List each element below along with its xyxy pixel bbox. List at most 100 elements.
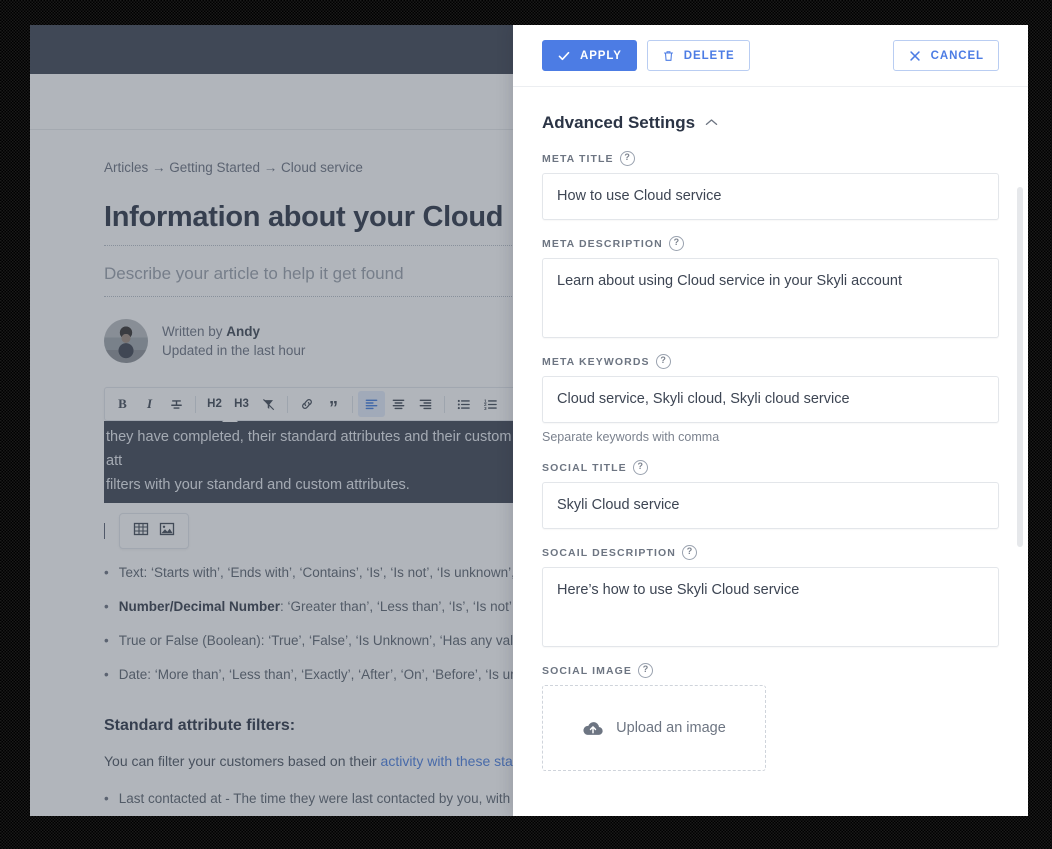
italic-button[interactable]: I: [136, 391, 163, 417]
field-label-text: META DESCRIPTION: [542, 237, 663, 250]
help-icon[interactable]: ?: [681, 545, 697, 560]
numbered-list-button[interactable]: 1 2 3: [477, 391, 504, 417]
align-center-icon: [392, 399, 405, 409]
apply-button-label: APPLY: [580, 49, 622, 62]
toolbar-divider: [287, 395, 288, 413]
cancel-button[interactable]: CANCEL: [892, 40, 999, 71]
help-icon[interactable]: ?: [632, 460, 648, 475]
quote-button[interactable]: ”: [320, 387, 347, 421]
social-description-input[interactable]: Here’s how to use Skyli Cloud service: [542, 567, 999, 647]
link-button[interactable]: [293, 391, 320, 417]
image-icon: [159, 522, 175, 535]
field-label: META TITLE ?: [542, 151, 999, 166]
toolbar-divider: [352, 395, 353, 413]
panel-scrollbar-track[interactable]: [1017, 87, 1023, 816]
social-image-dropzone[interactable]: Upload an image: [542, 685, 766, 771]
advanced-settings-panel: APPLY DELETE CANCEL Advanced Settings ME…: [513, 25, 1028, 816]
svg-text:3: 3: [484, 406, 487, 411]
field-label: META DESCRIPTION ?: [542, 236, 999, 251]
app-stage: PREVIEW SETTINGS Articles → Getting Sta: [30, 25, 1028, 816]
delete-button[interactable]: DELETE: [646, 40, 750, 71]
apply-button[interactable]: APPLY: [542, 40, 637, 71]
advanced-settings-header[interactable]: Advanced Settings: [542, 87, 999, 151]
bullet-marker: •: [104, 633, 109, 648]
field-label-text: META TITLE: [542, 152, 614, 165]
field-label: SOCIAL IMAGE ?: [542, 663, 999, 678]
bullet-marker: •: [104, 667, 109, 682]
bullet-marker: •: [104, 599, 109, 614]
help-icon[interactable]: ?: [668, 236, 684, 251]
clear-formatting-button[interactable]: [255, 391, 282, 417]
align-left-button[interactable]: [358, 391, 385, 417]
field-label: META KEYWORDS ?: [542, 354, 999, 369]
list-item-text: Number/Decimal Number: ‘Greater than’, ‘…: [119, 597, 512, 617]
insert-table-button[interactable]: [132, 520, 150, 543]
list-item-text: Text: ‘Starts with’, ‘Ends with’, ‘Conta…: [118, 565, 522, 580]
list-item-rest: : ‘Greater than’, ‘Less than’, ‘Is’, ‘Is…: [280, 599, 512, 614]
chevron-up-glyph: [705, 119, 718, 126]
trash-icon: [663, 50, 673, 61]
text-caret: [104, 523, 105, 539]
field-label-text: META KEYWORDS: [542, 355, 650, 368]
field-social-image: SOCIAL IMAGE ? Upload an image: [542, 663, 999, 771]
author-name: Andy: [226, 324, 261, 339]
paragraph-text: You can filter your customers based on t…: [104, 753, 381, 769]
bullet-marker: •: [104, 791, 109, 806]
written-by-prefix: Written by: [162, 324, 227, 339]
clear-format-icon: [263, 398, 275, 410]
align-center-button[interactable]: [385, 391, 412, 417]
help-icon[interactable]: ?: [619, 151, 635, 166]
field-label-text: SOCIAL IMAGE: [542, 664, 633, 677]
link-icon: [301, 399, 312, 409]
social-title-input[interactable]: Skyli Cloud service: [542, 482, 999, 529]
updated-time: Updated in the last hour: [162, 343, 306, 358]
window-frame: PREVIEW SETTINGS Articles → Getting Sta: [0, 0, 1052, 849]
field-label-text: SOCIAL TITLE: [542, 461, 627, 474]
align-left-icon: [365, 399, 378, 409]
list-ul-icon: [457, 399, 470, 409]
selected-text-line-2: filters with your standard and custom at…: [106, 477, 410, 493]
meta-title-input[interactable]: How to use Cloud service: [542, 173, 999, 220]
toolbar-divider: [195, 395, 196, 413]
table-icon: [133, 522, 149, 535]
insert-buttons-group: [119, 513, 189, 549]
help-icon[interactable]: ?: [638, 663, 654, 678]
editor-format-toolbar: B I H2 H3 ” 1 2 3: [104, 387, 524, 421]
close-icon: [909, 50, 920, 61]
avatar: [104, 319, 148, 363]
align-right-button[interactable]: [412, 391, 439, 417]
strikethrough-button[interactable]: [163, 391, 190, 417]
meta-description-input[interactable]: Learn about using Cloud service in your …: [542, 258, 999, 338]
panel-header: APPLY DELETE CANCEL: [513, 25, 1028, 87]
bulleted-list-button[interactable]: [450, 391, 477, 417]
field-meta-title: META TITLE ? How to use Cloud service: [542, 151, 999, 220]
list-item-text: True or False (Boolean): ‘True’, ‘False’…: [118, 633, 529, 648]
list-ol-icon: 1 2 3: [484, 398, 497, 411]
selected-text-block[interactable]: they have completed, their standard attr…: [104, 414, 524, 503]
list-item-lead: Number/Decimal Number: [118, 599, 281, 614]
meta-keywords-input[interactable]: Cloud service, Skyli cloud, Skyli cloud …: [542, 376, 999, 423]
help-icon[interactable]: ?: [655, 354, 671, 369]
field-social-title: SOCIAL TITLE ? Skyli Cloud service: [542, 460, 999, 529]
section-title-label: Advanced Settings: [542, 113, 696, 132]
list-item-text: Last contacted at - The time they were l…: [118, 791, 511, 806]
byline-text: Written by Andy Updated in the last hour: [162, 322, 305, 360]
toolbar-divider: [444, 395, 445, 413]
field-label: SOCAIL DESCRIPTION ?: [542, 545, 999, 560]
cloud-upload-icon: [583, 721, 603, 735]
cancel-button-label: CANCEL: [930, 49, 984, 62]
chevron-up-icon[interactable]: [705, 116, 718, 130]
bold-button[interactable]: B: [109, 391, 136, 417]
meta-keywords-hint: Separate keywords with comma: [542, 430, 720, 444]
panel-body: Advanced Settings META TITLE ? How to us…: [513, 87, 1028, 816]
activity-link[interactable]: activity with these stan: [381, 753, 521, 769]
check-icon: [558, 51, 570, 60]
insert-image-button[interactable]: [158, 520, 176, 543]
field-label: SOCIAL TITLE ?: [542, 460, 999, 475]
delete-button-label: DELETE: [683, 49, 735, 62]
dropzone-label: Upload an image: [616, 720, 726, 736]
align-right-icon: [419, 399, 432, 409]
strikethrough-icon: [171, 399, 182, 409]
panel-scrollbar-thumb[interactable]: [1017, 187, 1023, 547]
selected-text-line-1: they have completed, their standard attr…: [106, 429, 512, 469]
